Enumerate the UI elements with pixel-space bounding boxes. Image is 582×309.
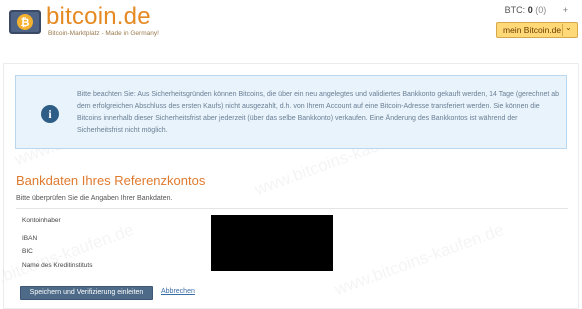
add-funds-button[interactable]: + <box>563 5 568 15</box>
divider <box>16 208 568 209</box>
bank-name-label: Name des Kreditinstituts <box>22 262 93 269</box>
btc-balance: BTC: 0 (0) + <box>505 5 568 15</box>
redacted-bank-details <box>211 215 333 271</box>
account-menu-label: mein Bitcoin.de <box>503 25 562 35</box>
btc-reserved-value: (0) <box>535 5 547 15</box>
brand-tagline: Bitcoin-Marktplatz - Made in Germany! <box>48 30 159 37</box>
account-menu-button[interactable]: mein Bitcoin.de ⌄ <box>496 22 578 38</box>
btc-balance-value: 0 <box>527 5 533 15</box>
account-holder-label: Kontoinhaber <box>22 217 61 224</box>
page-subtitle: Bitte überprüfen Sie die Angaben Ihrer B… <box>16 195 173 202</box>
cancel-link[interactable]: Abbrechen <box>161 288 195 295</box>
security-notice: i Bitte beachten Sie: Aus Sicherheitsgrü… <box>15 75 567 149</box>
wallet-bitcoin-logo-icon[interactable]: ₿ <box>8 6 42 36</box>
account-menu-divider <box>562 24 563 36</box>
svg-text:₿: ₿ <box>21 16 30 29</box>
bic-label: BIC <box>22 248 33 255</box>
chevron-down-icon[interactable]: ⌄ <box>565 23 572 32</box>
site-header: ₿ bitcoin.de Bitcoin-Marktplatz - Made i… <box>0 0 582 62</box>
btc-balance-label: BTC: <box>504 5 526 15</box>
page-title: Bankdaten Ihres Referenzkontos <box>16 173 206 188</box>
save-and-verify-button[interactable]: Speichern und Verifizierung einleiten <box>20 286 153 300</box>
iban-label: IBAN <box>22 235 38 242</box>
security-notice-text: Bitte beachten Sie: Aus Sicherheitsgründ… <box>77 91 560 134</box>
info-icon: i <box>41 105 59 123</box>
brand-name[interactable]: bitcoin.de <box>46 3 151 31</box>
